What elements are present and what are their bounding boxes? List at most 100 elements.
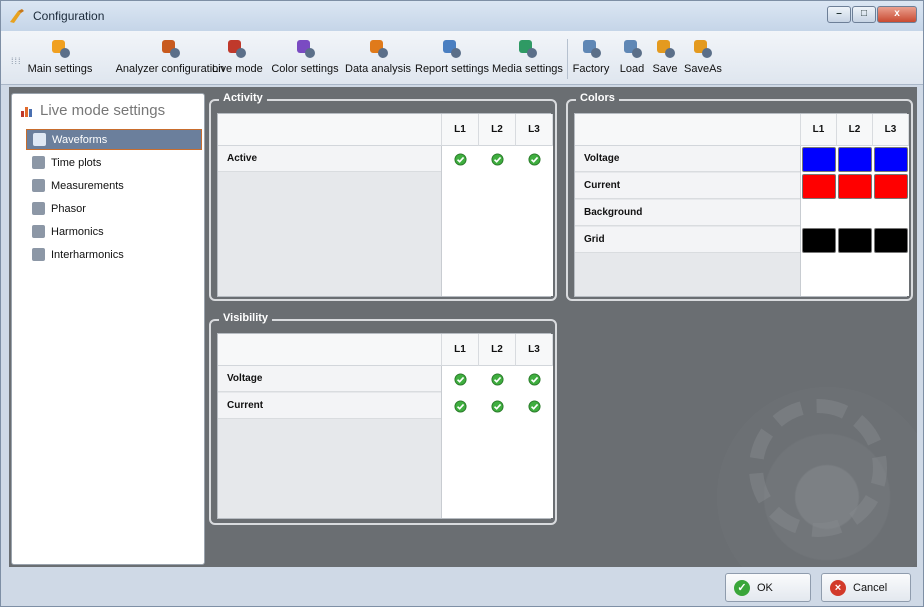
visibility-group: Visibility L1 L2 L3 Voltage Current <box>209 312 557 525</box>
colors-column-divider <box>800 146 801 296</box>
visibility-cell-voltage-l3[interactable] <box>516 366 553 392</box>
colors-header-blank <box>575 114 801 146</box>
visibility-cell-current-l2[interactable] <box>479 393 516 419</box>
close-button[interactable]: x <box>877 6 917 23</box>
toolbar-label: Media settings <box>492 63 563 75</box>
app-icon <box>10 9 24 23</box>
gear-icon <box>52 40 70 58</box>
visibility-header-l1: L1 <box>442 334 479 366</box>
colors-header-l2: L2 <box>837 114 873 146</box>
gear-watermark-small <box>749 399 887 537</box>
media-button[interactable]: Media settings <box>492 37 563 81</box>
window-title: Configuration <box>33 9 105 23</box>
colors-swatch-voltage-l2[interactable] <box>838 147 872 172</box>
activity-cell-active-l3[interactable] <box>516 146 553 172</box>
colors-swatch-voltage-l3[interactable] <box>874 147 908 172</box>
sidebar-item-label: Waveforms <box>52 133 108 146</box>
load-button[interactable]: Load <box>619 37 645 81</box>
checkmark-icon <box>528 399 541 413</box>
toolbar-label: Live mode <box>212 63 263 75</box>
sidebar-item-label: Interharmonics <box>51 248 124 261</box>
live-mode-icon <box>21 106 32 117</box>
sidebar-item-phasor[interactable]: Phasor <box>26 198 204 219</box>
time-plots-icon <box>32 156 45 169</box>
waveforms-icon <box>33 133 46 146</box>
activity-grid: L1 L2 L3 Active <box>217 113 553 297</box>
sidebar-item-interharmonics[interactable]: Interharmonics <box>26 244 204 265</box>
toolbar-grip[interactable]: ⁞⁞⁞ <box>11 56 22 66</box>
toolbar-label: Data analysis <box>345 63 412 75</box>
visibility-cell-voltage-l1[interactable] <box>442 366 479 392</box>
colors-swatch-background-l3[interactable] <box>874 201 908 226</box>
color-wheel-button[interactable]: Color settings <box>269 37 341 81</box>
dialog-footer: ✓ OK × Cancel <box>1 567 923 606</box>
analyzer-icon <box>162 40 180 58</box>
colors-swatch-grid-l1[interactable] <box>802 228 836 253</box>
report-icon <box>443 40 461 58</box>
visibility-header-blank <box>218 334 442 366</box>
toolbar-separator <box>567 39 568 79</box>
checkmark-icon <box>454 152 467 166</box>
activity-cell-active-l1[interactable] <box>442 146 479 172</box>
activity-header-l2: L2 <box>479 114 516 146</box>
activity-cell-active-l2[interactable] <box>479 146 516 172</box>
visibility-cell-voltage-l2[interactable] <box>479 366 516 392</box>
colors-header-l3: L3 <box>873 114 909 146</box>
visibility-cell-current-l1[interactable] <box>442 393 479 419</box>
sidebar-item-harmonics[interactable]: Harmonics <box>26 221 204 242</box>
colors-swatch-background-l2[interactable] <box>838 201 872 226</box>
colors-row-grid: Grid <box>575 227 800 253</box>
colors-row-current: Current <box>575 173 800 199</box>
checkmark-icon <box>491 372 504 386</box>
colors-title: Colors <box>576 92 619 104</box>
cancel-icon: × <box>830 579 846 596</box>
visibility-header-l3: L3 <box>516 334 553 366</box>
cancel-button[interactable]: × Cancel <box>821 573 911 602</box>
colors-swatch-grid-l2[interactable] <box>838 228 872 253</box>
live-mode-button[interactable]: Live mode <box>212 37 263 81</box>
visibility-grid: L1 L2 L3 Voltage Current <box>217 333 553 519</box>
colors-swatch-grid-l3[interactable] <box>874 228 908 253</box>
maximize-button[interactable]: □ <box>852 6 876 23</box>
toolbar-label: SaveAs <box>684 63 722 75</box>
save-icon <box>657 40 675 58</box>
toolbar-label: Main settings <box>27 63 93 75</box>
window-controls: – □ x <box>827 6 917 23</box>
sidebar-item-label: Time plots <box>51 156 102 169</box>
report-button[interactable]: Report settings <box>415 37 489 81</box>
colors-swatch-voltage-l1[interactable] <box>802 147 836 172</box>
ok-button[interactable]: ✓ OK <box>725 573 811 602</box>
settings-area: Live mode settings Waveforms Time plots Me… <box>9 87 917 567</box>
sidebar-item-measurements[interactable]: Measurements <box>26 175 204 196</box>
checkmark-icon <box>454 372 467 386</box>
sidebar-item-waveforms[interactable]: Waveforms <box>26 129 202 150</box>
colors-swatch-current-l3[interactable] <box>874 174 908 199</box>
live-mode-icon <box>228 40 246 58</box>
sidebar-title: Live mode settings <box>20 102 165 119</box>
minimize-button[interactable]: – <box>827 6 851 23</box>
checkmark-icon <box>454 399 467 413</box>
load-icon <box>624 40 642 58</box>
colors-swatch-current-l1[interactable] <box>802 174 836 199</box>
sidebar-item-label: Harmonics <box>51 225 104 238</box>
save-as-button[interactable]: SaveAs <box>684 37 722 81</box>
cancel-label: Cancel <box>853 581 888 594</box>
colors-swatch-background-l1[interactable] <box>802 201 836 226</box>
activity-title: Activity <box>219 92 267 104</box>
colors-swatch-current-l2[interactable] <box>838 174 872 199</box>
gear-button[interactable]: Main settings <box>21 37 99 81</box>
sidebar-item-label: Measurements <box>51 179 124 192</box>
checkmark-icon <box>491 399 504 413</box>
factory-icon <box>583 40 601 58</box>
save-button[interactable]: Save <box>652 37 678 81</box>
colors-header-l1: L1 <box>801 114 837 146</box>
interharmonics-icon <box>32 248 45 261</box>
checkmark-icon <box>528 152 541 166</box>
data-analysis-button[interactable]: Data analysis <box>345 37 411 81</box>
toolbar: ⁞⁞⁞ Main settings Analyzer configuration L… <box>1 31 923 85</box>
factory-button[interactable]: Factory <box>571 37 611 81</box>
visibility-cell-current-l3[interactable] <box>516 393 553 419</box>
sidebar-item-time-plots[interactable]: Time plots <box>26 152 204 173</box>
measurements-icon <box>32 179 45 192</box>
data-analysis-icon <box>370 40 388 58</box>
